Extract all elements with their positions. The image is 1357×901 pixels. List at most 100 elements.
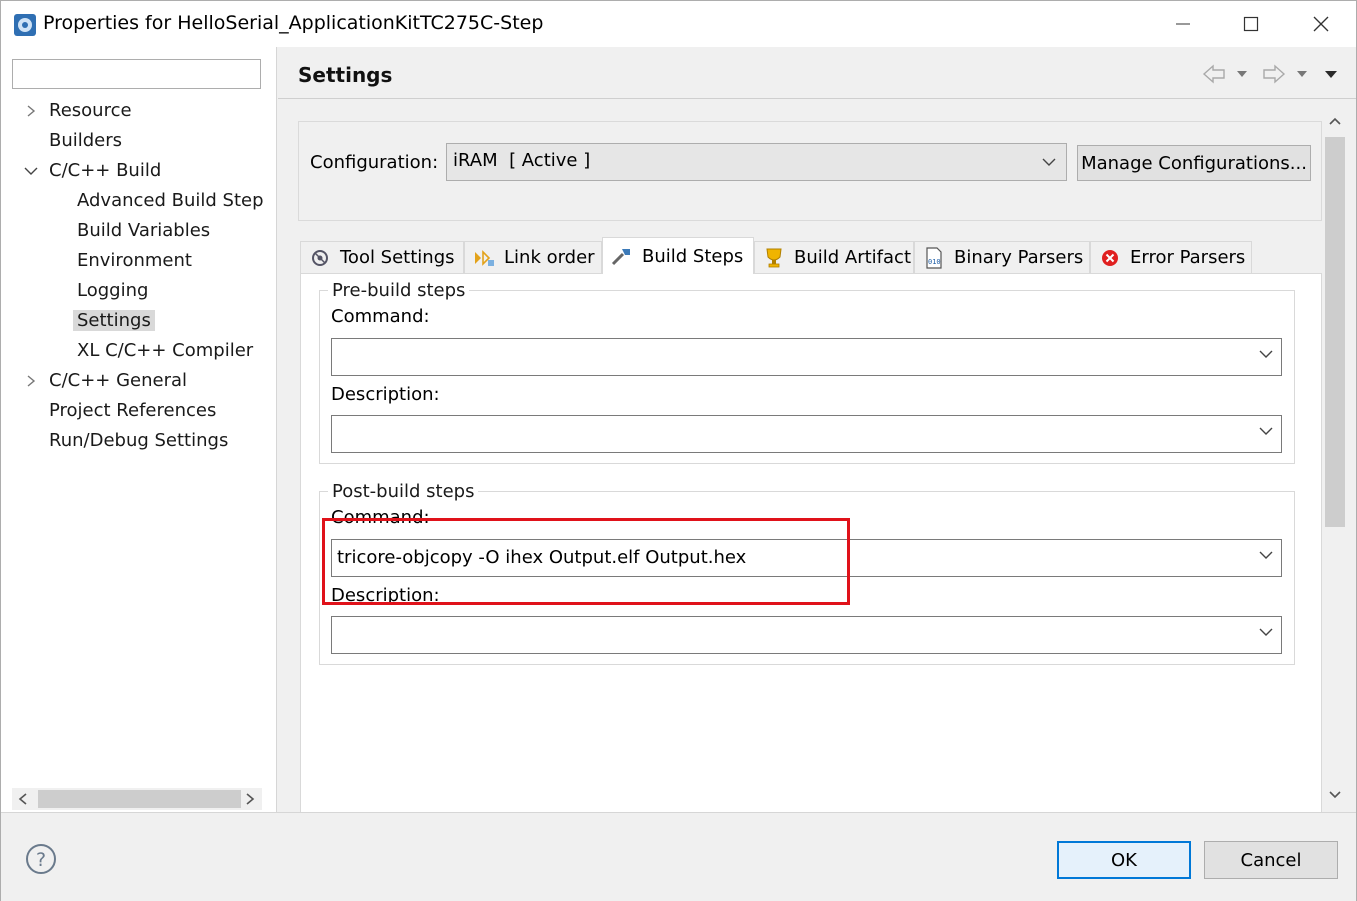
minimize-button[interactable] — [1148, 1, 1218, 47]
tree-item-label: Advanced Build Steps — [77, 190, 263, 211]
tree-item-label: Resource — [49, 100, 132, 121]
tree-item-label: Logging — [77, 280, 149, 301]
tree-item-logging[interactable]: Logging — [77, 277, 148, 305]
pre-build-description-label: Description: — [331, 384, 440, 405]
build-steps-icon — [611, 245, 633, 267]
tree-item-label: XL C/C++ Compiler — [77, 340, 254, 361]
tab-error-parsers[interactable]: Error Parsers — [1090, 241, 1252, 273]
tree-item-label: Settings — [73, 310, 155, 331]
tree-item-label: Run/Debug Settings — [49, 430, 229, 451]
page-title: Settings — [298, 63, 393, 87]
chevron-right-icon[interactable] — [23, 367, 39, 395]
chevron-down-icon — [1042, 158, 1056, 166]
tree-item-cpp-general[interactable]: C/C++ General — [23, 367, 187, 395]
scrollbar-thumb[interactable] — [1325, 137, 1345, 527]
tree-item-label: C/C++ General — [49, 370, 188, 391]
help-icon[interactable]: ? — [25, 843, 57, 875]
svg-text:010: 010 — [928, 258, 941, 266]
post-build-command-input[interactable]: tricore-objcopy -O ihex Output.elf Outpu… — [331, 539, 1282, 577]
filter-input[interactable] — [12, 59, 261, 89]
chevron-down-icon[interactable] — [1259, 427, 1273, 436]
chevron-down-icon[interactable] — [1259, 350, 1273, 359]
tree-item-label: Project References — [49, 400, 217, 421]
dropdown-icon[interactable] — [1296, 63, 1308, 85]
link-order-icon — [473, 247, 495, 269]
pre-build-command-input[interactable] — [331, 338, 1282, 376]
tree-horizontal-scrollbar[interactable] — [12, 788, 262, 810]
tab-link-order[interactable]: Link order — [464, 241, 602, 273]
tree-item-label: Build Variables — [77, 220, 211, 241]
build-artifact-icon — [763, 247, 785, 269]
tab-label: Build Artifact — [794, 247, 911, 268]
forward-arrow-icon[interactable] — [1262, 63, 1286, 85]
svg-text:?: ? — [36, 849, 46, 871]
tree-item-builders[interactable]: Builders — [49, 127, 122, 155]
dropdown-icon[interactable] — [1236, 63, 1248, 85]
settings-page: Settings Configuration: iRAM [ Active ] — [278, 47, 1356, 813]
tree-item-settings[interactable]: Settings — [73, 307, 155, 335]
tab-label: Tool Settings — [340, 247, 455, 268]
title-bar: Properties for HelloSerial_ApplicationKi… — [1, 1, 1356, 47]
properties-dialog: Properties for HelloSerial_ApplicationKi… — [0, 0, 1357, 901]
configuration-select[interactable]: iRAM [ Active ] — [446, 143, 1067, 181]
tool-settings-icon — [309, 247, 331, 269]
window-title: Properties for HelloSerial_ApplicationKi… — [43, 12, 544, 34]
tree-item-label: C/C++ Build — [49, 160, 162, 181]
manage-configurations-button[interactable]: Manage Configurations... — [1077, 145, 1311, 181]
settings-tabs: Tool Settings Link order Build Steps Bui… — [300, 237, 1300, 274]
property-tree-panel: Resource Builders C/C++ Build Advanced B… — [1, 47, 277, 812]
pre-build-description-input[interactable] — [331, 415, 1282, 453]
close-button[interactable] — [1286, 1, 1356, 47]
tree-item-run-debug-settings[interactable]: Run/Debug Settings — [49, 427, 228, 455]
configuration-value: iRAM [ Active ] — [453, 150, 591, 171]
post-build-command-label: Command: — [331, 507, 430, 528]
chevron-down-icon[interactable] — [1259, 628, 1273, 637]
ok-button[interactable]: OK — [1057, 841, 1191, 879]
scroll-right-icon[interactable] — [245, 793, 255, 805]
pre-build-legend: Pre-build steps — [332, 280, 466, 301]
scroll-down-icon[interactable] — [1329, 791, 1341, 799]
tree-item-label: Environment — [77, 250, 192, 271]
tree-item-advanced-build-steps[interactable]: Advanced Build Steps — [77, 187, 263, 215]
page-header: Settings — [278, 47, 1356, 99]
tree-item-build-variables[interactable]: Build Variables — [77, 217, 210, 245]
scrollbar-thumb[interactable] — [38, 790, 241, 808]
tab-tool-settings[interactable]: Tool Settings — [300, 241, 464, 273]
settings-content: Configuration: iRAM [ Active ] Manage Co… — [298, 121, 1324, 813]
tree-item-environment[interactable]: Environment — [77, 247, 192, 275]
configuration-section: Configuration: iRAM [ Active ] Manage Co… — [298, 121, 1322, 221]
post-build-command-value: tricore-objcopy -O ihex Output.elf Outpu… — [337, 547, 747, 568]
cancel-button[interactable]: Cancel — [1204, 841, 1338, 879]
post-build-description-input[interactable] — [331, 616, 1282, 654]
tree-item-xl-compiler[interactable]: XL C/C++ Compiler — [77, 337, 253, 365]
back-arrow-icon[interactable] — [1202, 63, 1226, 85]
tree-item-label: Builders — [49, 130, 123, 151]
tab-label: Error Parsers — [1130, 247, 1246, 268]
error-parsers-icon — [1099, 247, 1121, 269]
close-icon — [1313, 16, 1329, 32]
chevron-down-icon[interactable] — [23, 157, 39, 185]
tab-binary-parsers[interactable]: 010 Binary Parsers — [914, 241, 1090, 273]
dialog-button-bar: ? OK Cancel — [1, 812, 1356, 901]
app-icon — [14, 14, 36, 36]
tree-item-cpp-build[interactable]: C/C++ Build — [23, 157, 161, 185]
tree-item-resource[interactable]: Resource — [23, 97, 132, 125]
tab-label: Build Steps — [642, 245, 744, 267]
maximize-button[interactable] — [1216, 1, 1286, 47]
view-menu-icon[interactable] — [1324, 63, 1338, 85]
chevron-right-icon[interactable] — [23, 97, 39, 125]
minimize-icon — [1176, 23, 1190, 25]
chevron-down-icon[interactable] — [1259, 551, 1273, 560]
configuration-label: Configuration: — [310, 152, 439, 173]
tab-label: Binary Parsers — [954, 247, 1084, 268]
tree-item-project-references[interactable]: Project References — [49, 397, 216, 425]
scroll-up-icon[interactable] — [1329, 117, 1341, 125]
tab-build-artifact[interactable]: Build Artifact — [754, 241, 914, 273]
content-vertical-scrollbar[interactable] — [1324, 109, 1346, 807]
post-build-legend: Post-build steps — [332, 481, 475, 502]
maximize-icon — [1243, 16, 1259, 32]
scroll-left-icon[interactable] — [18, 793, 28, 805]
post-build-description-label: Description: — [331, 585, 440, 606]
tab-build-steps[interactable]: Build Steps — [602, 237, 754, 274]
binary-parsers-icon: 010 — [923, 246, 945, 269]
